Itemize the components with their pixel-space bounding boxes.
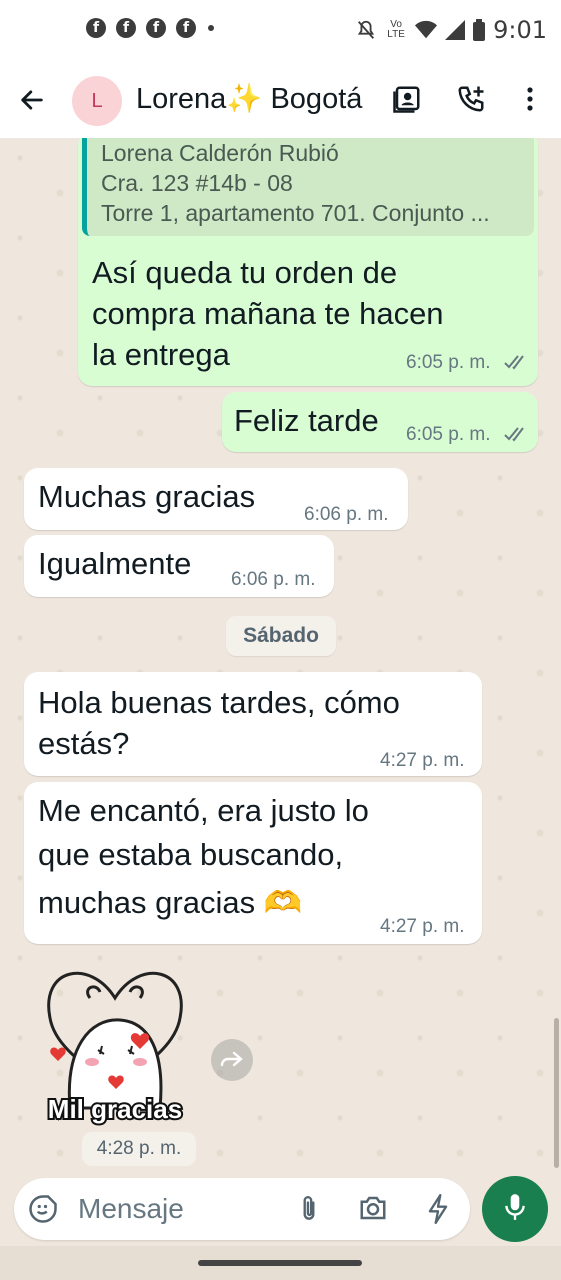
message-bubble[interactable]: Muchas gracias 6:06 p. m. xyxy=(24,468,408,530)
quote-line: Lorena Calderón Rubió xyxy=(101,140,339,166)
message-line: Igualmente xyxy=(38,546,192,581)
message-line: Muchas gracias xyxy=(38,479,256,514)
more-options-icon[interactable] xyxy=(518,84,542,119)
quoted-message[interactable]: Lorena Calderón Rubió Cra. 123 #14b - 08… xyxy=(82,138,534,236)
message-line: muchas gracias 🫶 xyxy=(38,885,303,920)
message-time: 4:27 p. m. xyxy=(380,916,465,937)
system-nav-bar xyxy=(0,1246,561,1280)
message-bubble[interactable]: Igualmente 6:06 p. m. xyxy=(24,535,334,597)
sticker-emoji-icon[interactable] xyxy=(28,1194,58,1229)
attach-icon[interactable] xyxy=(296,1194,322,1229)
scrollbar[interactable] xyxy=(554,1018,559,1168)
message-line: compra mañana te hacen xyxy=(92,296,444,331)
message-time: 6:05 p. m. xyxy=(406,352,491,373)
message-bubble[interactable]: Feliz tarde 6:05 p. m. xyxy=(222,392,538,452)
message-line: estás? xyxy=(38,726,130,761)
facebook-icon: f xyxy=(146,18,166,38)
volte-icon: Vo LTE xyxy=(387,19,405,40)
quote-line: Torre 1, apartamento 701. Conjunto ... xyxy=(101,200,490,226)
sticker-caption: Mil gracias xyxy=(48,1094,182,1124)
facebook-icon: f xyxy=(116,18,136,38)
message-line: Así queda tu orden de xyxy=(92,255,398,290)
back-arrow-icon[interactable] xyxy=(18,86,46,119)
add-call-icon[interactable] xyxy=(456,84,486,119)
home-gesture-handle[interactable] xyxy=(198,1260,362,1266)
message-bubble[interactable]: Hola buenas tardes, cómo estás? 4:27 p. … xyxy=(24,672,482,776)
avatar[interactable]: L xyxy=(72,76,122,126)
message-time: 6:06 p. m. xyxy=(304,504,389,525)
message-line: Hola buenas tardes, cómo xyxy=(38,685,400,720)
message-line: la entrega xyxy=(92,337,230,372)
signal-icon xyxy=(445,20,466,40)
microphone-icon xyxy=(502,1192,528,1227)
message-line: Feliz tarde xyxy=(234,403,379,438)
status-bar: f f f f Vo LTE 9:01 xyxy=(0,0,561,62)
sticker-mil-gracias[interactable]: Mil gracias xyxy=(30,958,200,1128)
quick-reply-bolt-icon[interactable] xyxy=(426,1194,450,1229)
sticker-time: 4:28 p. m. xyxy=(82,1132,196,1166)
chat-header: L Lorena✨ Bogotá xyxy=(0,62,561,138)
contact-card-icon[interactable] xyxy=(392,84,422,119)
date-divider: Sábado xyxy=(226,616,336,656)
more-notifications-dot xyxy=(208,25,214,31)
message-time: 6:05 p. m. xyxy=(406,424,491,445)
clock: 9:01 xyxy=(493,16,547,44)
message-input[interactable]: Mensaje xyxy=(78,1193,184,1225)
mute-bell-icon xyxy=(355,19,377,41)
read-ticks-icon xyxy=(504,426,528,447)
wifi-icon xyxy=(415,20,438,40)
system-icons: Vo LTE 9:01 xyxy=(355,16,547,44)
battery-icon xyxy=(473,19,486,41)
facebook-icon: f xyxy=(176,18,196,38)
message-time: 4:27 p. m. xyxy=(380,750,465,771)
voice-record-button[interactable] xyxy=(482,1176,548,1242)
read-ticks-icon xyxy=(504,354,528,375)
message-line: Me encantó, era justo lo xyxy=(38,793,369,828)
camera-icon[interactable] xyxy=(358,1194,388,1227)
message-bubble[interactable]: Me encantó, era justo lo que estaba busc… xyxy=(24,782,482,944)
contact-name[interactable]: Lorena✨ Bogotá xyxy=(136,82,362,116)
chat-area[interactable]: Lorena Calderón Rubió Cra. 123 #14b - 08… xyxy=(0,138,561,1178)
message-input-bar[interactable]: Mensaje xyxy=(14,1178,470,1240)
facebook-icon: f xyxy=(86,18,106,38)
message-line: que estaba buscando, xyxy=(38,837,344,872)
quote-line: Cra. 123 #14b - 08 xyxy=(101,170,293,196)
message-time: 6:06 p. m. xyxy=(231,569,316,590)
message-bubble[interactable]: Lorena Calderón Rubió Cra. 123 #14b - 08… xyxy=(78,138,538,386)
forward-button[interactable] xyxy=(211,1039,253,1081)
notification-icons: f f f f xyxy=(86,18,214,38)
